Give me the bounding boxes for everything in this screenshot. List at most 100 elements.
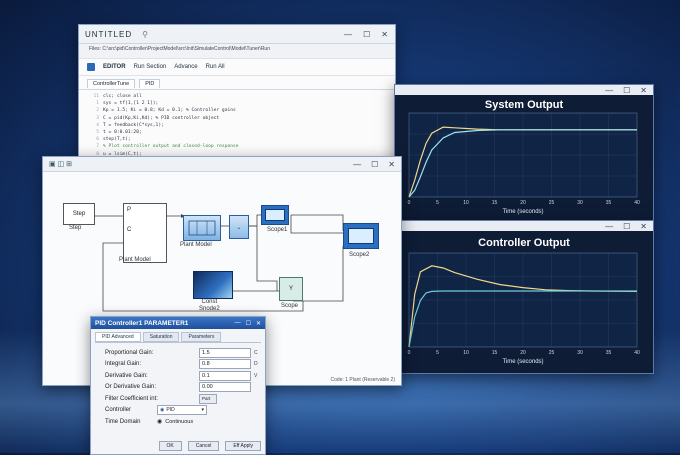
tab-saturation[interactable]: Saturation: [142, 332, 180, 342]
field-label: Derivative Gain:: [105, 372, 148, 379]
radio-icon[interactable]: ◉: [157, 418, 162, 425]
minimize-icon[interactable]: —: [235, 320, 241, 327]
figure-titlebar: — ☐ ✕: [395, 85, 653, 95]
editor-icon[interactable]: [87, 63, 95, 71]
line-number: 11: [93, 94, 99, 99]
line-number: 4: [96, 122, 99, 128]
close-icon[interactable]: ✕: [388, 160, 395, 169]
plant-icon: [188, 220, 216, 236]
dialog-titlebar: PID Controller1 PARAMETER1 — ☐ ✕: [91, 317, 265, 329]
code-line[interactable]: 3 C = pid(Kp,Ki,Kd); % PID controller obj…: [85, 115, 389, 122]
pid-port-p: P: [127, 207, 132, 213]
pid-port-c: C: [127, 227, 132, 233]
radio-icon: ◉: [160, 407, 165, 414]
ok-button[interactable]: OK: [158, 441, 182, 451]
code-line[interactable]: 7 % Plot controller output and closed-loo…: [85, 143, 389, 150]
system-output-axes[interactable]: 0 5 10 15 20 25 30 35 40 Time (seconds): [395, 95, 653, 219]
controller-value: PID: [166, 407, 175, 414]
controller-label: Controller: [105, 407, 132, 414]
plant-model-block[interactable]: [183, 215, 221, 241]
transfer-block[interactable]: ⌄: [229, 215, 249, 239]
dialog-tabs: PID Advanced Saturation Parameters: [91, 329, 265, 342]
close-icon[interactable]: ✕: [256, 320, 261, 327]
maximize-icon[interactable]: ☐: [363, 30, 371, 39]
pid-block[interactable]: P C: [123, 203, 167, 263]
derivative-gain-input[interactable]: 0.1: [199, 370, 251, 381]
time-domain-label: Time Domain: [105, 418, 141, 425]
toolbar-advance[interactable]: Advance: [174, 64, 197, 70]
maximize-icon[interactable]: ☐: [246, 320, 251, 327]
line-number: 2: [96, 108, 99, 114]
chevron-down-icon: ▾: [201, 407, 204, 414]
const-block[interactable]: [193, 271, 233, 299]
x-tick-label: 10: [463, 350, 469, 356]
minimize-icon[interactable]: —: [353, 160, 361, 169]
scope-block[interactable]: Y: [279, 277, 303, 301]
tab-parameters[interactable]: Parameters: [181, 332, 222, 342]
close-icon[interactable]: ✕: [640, 222, 647, 231]
status-bar: Code: 1 Plant (Reservable 2): [330, 377, 395, 383]
model-icon[interactable]: ▣ ◫ ⊞: [49, 160, 72, 168]
x-tick-label: 30: [577, 350, 583, 356]
plant-model-label: Plant Model: [119, 257, 151, 263]
integral-gain-input[interactable]: 0.8: [199, 359, 251, 370]
or-derivative-gain-input[interactable]: 0.00: [199, 382, 251, 393]
controller-output-figure: — ☐ ✕ Controller Output 0 5 10 15 20 25 30 35 40 Ti…: [394, 220, 654, 374]
code-line[interactable]: 1 sys = tf(1,[1 2 1]);: [85, 100, 389, 107]
system-output-figure: — ☐ ✕ System Output 0 5 10 15 20 25 30 35 40 Time (…: [394, 84, 654, 221]
toolbar-editor[interactable]: EDITOR: [103, 64, 126, 70]
tab-controllertune[interactable]: ControllerTune: [87, 79, 136, 88]
x-axis-label: Time (seconds): [502, 359, 543, 365]
field-label: Filter Coefficient int:: [105, 395, 158, 402]
code-line[interactable]: 5 t = 0:0.01:20;: [85, 129, 389, 136]
chevron-down-icon: ⌄: [236, 224, 242, 231]
scope1-label: Scope1: [267, 227, 288, 233]
proportional-gain-input[interactable]: 1.5: [199, 347, 251, 358]
step-label: Step: [69, 225, 82, 231]
toolbar-run-all[interactable]: Run All: [206, 64, 225, 70]
code-line[interactable]: 2 Kp = 1.5; Ki = 0.8; Kd = 0.1; % Control…: [85, 107, 389, 114]
close-icon[interactable]: ✕: [381, 30, 389, 39]
code-line[interactable]: 11 clc; close all: [85, 93, 389, 100]
maximize-icon[interactable]: ☐: [371, 160, 378, 169]
apply-button[interactable]: Eff Apply: [225, 441, 261, 451]
const-label: Const Snode2: [199, 299, 220, 312]
line-number: 1: [96, 101, 99, 107]
controller-output-axes[interactable]: 0 5 10 15 20 25 30 35 40 Time (seconds): [395, 231, 653, 371]
maximize-icon[interactable]: ☐: [623, 86, 630, 95]
code-line[interactable]: 6 step(T,t);: [85, 136, 389, 143]
cancel-button[interactable]: Cancel: [187, 441, 220, 451]
controller-select[interactable]: ◉ PID ▾: [157, 405, 207, 416]
maximize-icon[interactable]: ☐: [623, 222, 630, 231]
x-tick-label: 40: [634, 200, 640, 206]
x-tick-label: 15: [492, 350, 498, 356]
tab-pid-advanced[interactable]: PID Advanced: [95, 332, 141, 342]
time-domain-row: Time Domain ◉ Continuous: [91, 416, 265, 428]
code-text: % Plot controller output and closed-loop…: [103, 144, 239, 150]
toolbar-run-section[interactable]: Run Section: [134, 64, 167, 70]
field-label: Or Derivative Gain:: [105, 384, 157, 391]
scope2-block[interactable]: [343, 223, 379, 249]
integral-gain-row: Integral Gain: 0.8 D: [91, 359, 265, 371]
tab-pid[interactable]: PID: [139, 79, 161, 88]
step-block[interactable]: Step: [63, 203, 95, 225]
minimize-icon[interactable]: —: [605, 222, 613, 231]
scope1-block[interactable]: [261, 205, 289, 225]
file-path-bar: Files: C:\src\pid\Controller\ProjectMode…: [79, 44, 395, 59]
minimize-icon[interactable]: —: [605, 86, 613, 95]
x-tick-label: 20: [520, 200, 526, 206]
dialog-buttons: OK Cancel Eff Apply: [158, 441, 261, 451]
line-number: 7: [96, 144, 99, 150]
pin-icon[interactable]: ⚲: [142, 30, 149, 39]
filter-coefficient-button[interactable]: Part: [199, 393, 217, 404]
close-icon[interactable]: ✕: [640, 86, 647, 95]
minimize-icon[interactable]: —: [344, 30, 353, 39]
x-tick-label: 5: [436, 350, 439, 356]
x-axis-label: Time (seconds): [502, 209, 543, 215]
editor-title: UNTITLED: [85, 29, 133, 39]
code-line[interactable]: 4 T = feedback(C*sys,1);: [85, 122, 389, 129]
x-tick-label: 15: [492, 200, 498, 206]
x-tick-label: 25: [549, 200, 555, 206]
x-tick-label: 35: [606, 350, 612, 356]
dialog-title: PID Controller1 PARAMETER1: [95, 319, 189, 327]
